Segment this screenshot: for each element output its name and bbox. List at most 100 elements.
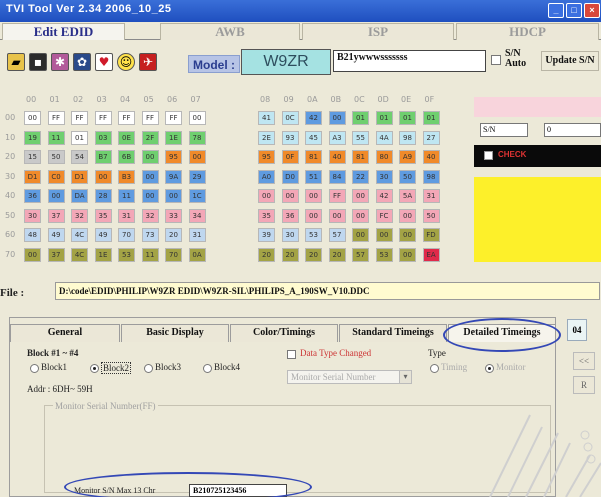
tab-color-timings[interactable]: Color/Timings <box>230 324 338 342</box>
hex-cell[interactable]: 00 <box>141 150 159 164</box>
hex-cell[interactable]: 41 <box>258 111 275 125</box>
hex-cell[interactable]: 20 <box>165 228 182 242</box>
update-sn-button[interactable]: Update S/N <box>541 51 599 71</box>
hex-cell[interactable]: 00 <box>328 208 346 223</box>
block2-radio[interactable] <box>90 364 99 373</box>
hex-cell[interactable]: 49 <box>47 228 65 242</box>
hex-cell[interactable]: 03 <box>94 130 112 145</box>
hex-cell[interactable]: 32 <box>71 208 88 223</box>
data-type-select[interactable]: Monitor Serial Number ▾ <box>287 370 412 384</box>
hex-cell[interactable]: FF <box>141 111 159 125</box>
hex-cell[interactable]: 00 <box>352 228 369 242</box>
save-icon[interactable]: ▪ <box>29 53 47 71</box>
hex-cell[interactable]: 01 <box>399 111 416 125</box>
hex-cell[interactable]: B3 <box>118 169 135 184</box>
prev-button[interactable]: << <box>573 352 595 370</box>
hex-cell[interactable]: 50 <box>399 169 416 184</box>
hex-cell[interactable]: 00 <box>328 111 346 125</box>
hex-cell[interactable]: 32 <box>141 208 159 223</box>
hex-cell[interactable]: 37 <box>47 208 65 223</box>
hex-cell[interactable]: 31 <box>188 228 206 242</box>
hex-cell[interactable]: 55 <box>352 130 369 145</box>
hex-cell[interactable]: 00 <box>375 228 393 242</box>
hex-cell[interactable]: 34 <box>188 208 206 223</box>
hex-cell[interactable]: 0F <box>281 150 299 164</box>
hex-cell[interactable]: 70 <box>118 228 135 242</box>
r-button[interactable]: R <box>573 376 595 394</box>
tab-awb[interactable]: AWB <box>160 23 300 40</box>
hex-cell[interactable]: 53 <box>118 247 135 262</box>
hex-cell[interactable]: 4C <box>71 247 88 262</box>
hex-cell[interactable]: 31 <box>118 208 135 223</box>
hex-cell[interactable]: FF <box>94 111 112 125</box>
hex-cell[interactable]: 49 <box>94 228 112 242</box>
hex-cell[interactable]: 31 <box>422 189 440 203</box>
hex-cell[interactable]: 1C <box>188 189 206 203</box>
serial-input[interactable]: B21ywwwsssssss <box>333 50 486 72</box>
block4-radio[interactable] <box>203 364 212 373</box>
hex-cell[interactable]: 00 <box>399 208 416 223</box>
close-icon[interactable]: × <box>584 3 600 18</box>
hex-cell[interactable]: 48 <box>24 228 41 242</box>
hex-cell[interactable]: 20 <box>281 247 299 262</box>
hex-cell[interactable]: 00 <box>352 208 369 223</box>
block-count-field[interactable]: 04 <box>567 319 587 341</box>
hex-cell[interactable]: FD <box>422 228 440 242</box>
hex-cell[interactable]: D1 <box>71 169 88 184</box>
hex-cell[interactable]: 84 <box>328 169 346 184</box>
hex-cell[interactable]: 11 <box>118 189 135 203</box>
block1-radio[interactable] <box>30 364 39 373</box>
hex-cell[interactable]: FF <box>47 111 65 125</box>
hex-cell[interactable]: 01 <box>71 130 88 145</box>
hex-cell[interactable]: FF <box>118 111 135 125</box>
tab-general[interactable]: General <box>10 324 120 342</box>
hex-cell[interactable]: A0 <box>258 169 275 184</box>
hex-cell[interactable]: 42 <box>375 189 393 203</box>
hex-cell[interactable]: 30 <box>24 208 41 223</box>
hex-cell[interactable]: EA <box>422 247 440 262</box>
hex-cell[interactable]: 00 <box>94 169 112 184</box>
hex-cell[interactable]: 40 <box>328 150 346 164</box>
hex-cell[interactable]: 78 <box>188 130 206 145</box>
hex-cell[interactable]: 01 <box>422 111 440 125</box>
hex-cell[interactable]: 30 <box>281 228 299 242</box>
hex-cell[interactable]: 00 <box>281 189 299 203</box>
tab-standard-timings[interactable]: Standard Timeings <box>339 324 447 342</box>
hex-cell[interactable]: 0E <box>118 130 135 145</box>
hex-cell[interactable]: 57 <box>352 247 369 262</box>
hex-cell[interactable]: 00 <box>47 189 65 203</box>
hex-cell[interactable]: FF <box>328 189 346 203</box>
hex-cell[interactable]: 00 <box>188 150 206 164</box>
hex-cell[interactable]: 00 <box>24 247 41 262</box>
hex-cell[interactable]: 93 <box>281 130 299 145</box>
hex-cell[interactable]: 00 <box>188 111 206 125</box>
hex-cell[interactable]: 81 <box>305 150 322 164</box>
hex-cell[interactable]: 50 <box>47 150 65 164</box>
check-checkbox[interactable] <box>484 151 493 160</box>
hex-cell[interactable]: DA <box>71 189 88 203</box>
file-path-field[interactable]: D:\code\EDID\PHILIP\W9ZR EDID\W9ZR-SIL\P… <box>55 282 600 300</box>
hex-cell[interactable]: 4C <box>71 228 88 242</box>
tab-isp[interactable]: ISP <box>302 23 454 40</box>
hex-cell[interactable]: 00 <box>258 189 275 203</box>
hex-cell[interactable]: 15 <box>24 150 41 164</box>
hex-cell[interactable]: 00 <box>24 111 41 125</box>
hex-cell[interactable]: 53 <box>375 247 393 262</box>
hex-cell[interactable]: FC <box>375 208 393 223</box>
open-folder-icon[interactable]: ▰ <box>7 53 25 71</box>
hex-cell[interactable]: 11 <box>47 130 65 145</box>
hex-cell[interactable]: 01 <box>352 111 369 125</box>
hex-cell[interactable]: 45 <box>305 130 322 145</box>
hex-cell[interactable]: 29 <box>188 169 206 184</box>
hex-cell[interactable]: 0A <box>188 247 206 262</box>
hex-cell[interactable]: 20 <box>258 247 275 262</box>
hex-cell[interactable]: 73 <box>141 228 159 242</box>
hex-cell[interactable]: 00 <box>165 189 182 203</box>
type-timing-radio[interactable] <box>430 364 439 373</box>
heart-icon[interactable]: ♥ <box>95 53 113 71</box>
hex-cell[interactable]: 36 <box>24 189 41 203</box>
hex-cell[interactable]: 30 <box>375 169 393 184</box>
hex-cell[interactable]: B7 <box>94 150 112 164</box>
hex-cell[interactable]: A3 <box>328 130 346 145</box>
hex-cell[interactable]: 80 <box>375 150 393 164</box>
